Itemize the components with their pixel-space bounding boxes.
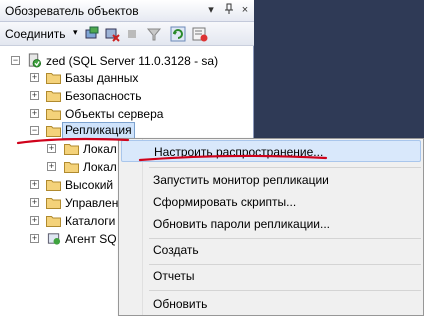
underline-configure-distribution xyxy=(138,154,328,162)
underline-replication xyxy=(16,137,130,145)
annotation-underlines xyxy=(16,137,328,162)
